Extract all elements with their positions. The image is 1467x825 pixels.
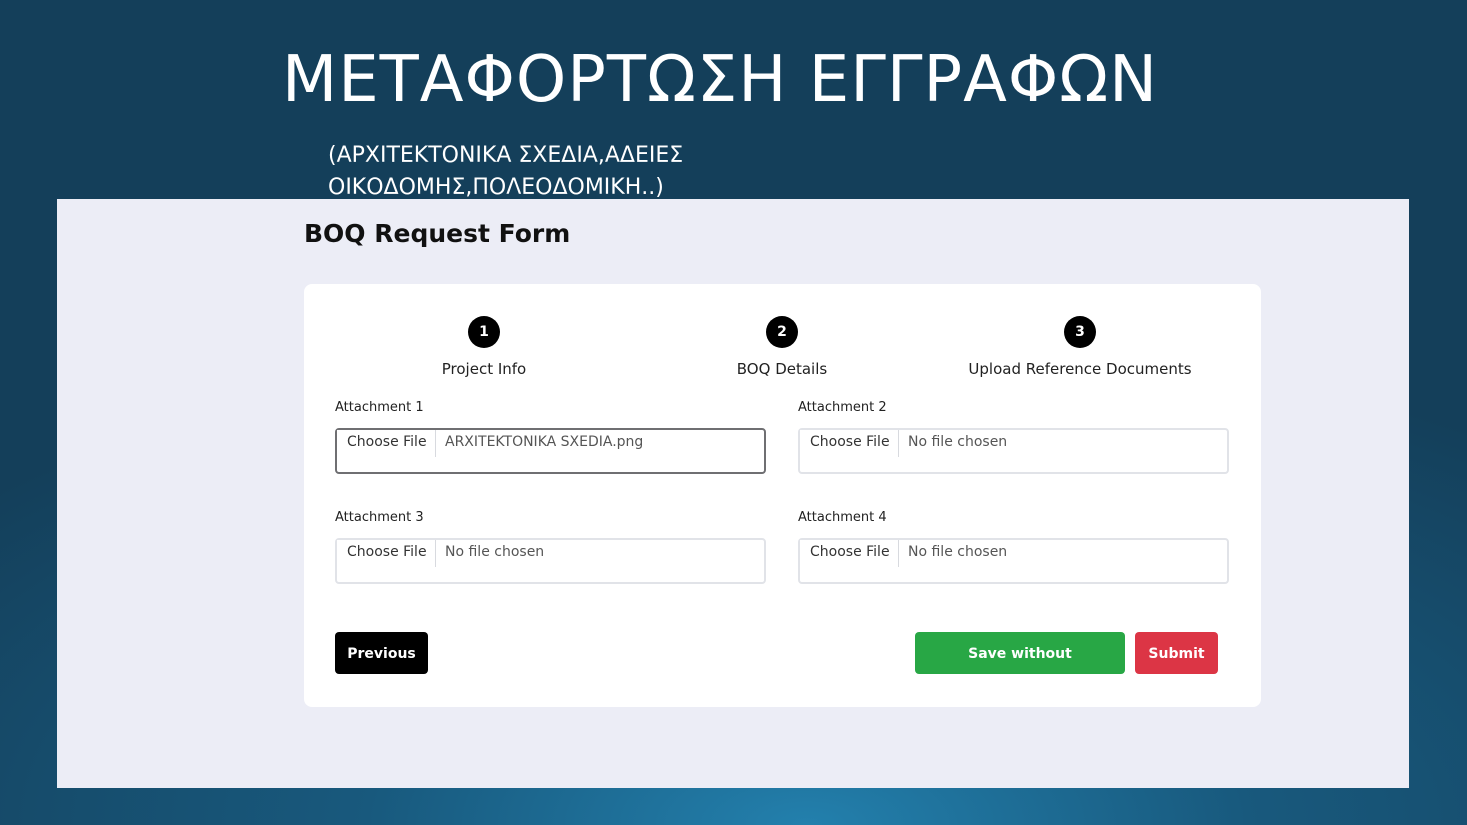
slide-subtitle: (ΑΡΧΙΤΕΚΤΟΝΙΚΑ ΣΧΕΔΙΑ,ΑΔΕΙΕΣ ΟΙΚΟΔΟΜΗΣ,Π… [328, 143, 684, 200]
step-label: Project Info [441, 360, 527, 378]
attachment-1: Attachment 1 Choose File ARXITEKTONIKA S… [335, 400, 766, 474]
attachment-4-file-input[interactable]: Choose File No file chosen [798, 538, 1229, 584]
slide-title: ΜΕΤΑΦΟΡΤΩΣΗ ΕΓΓΡΑΦΩΝ [281, 43, 1159, 117]
step-number: 3 [1064, 316, 1096, 348]
step-project-info[interactable]: 1 Project Info [334, 316, 634, 378]
file-name: ARXITEKTONIKA SXEDIA.png [445, 434, 644, 450]
step-number: 1 [468, 316, 500, 348]
form-screenshot: BOQ Request Form 1 Project Info 2 BOQ De… [57, 199, 1409, 788]
attachment-2: Attachment 2 Choose File No file chosen [798, 400, 1229, 474]
attachment-label: Attachment 1 [335, 400, 424, 415]
form-heading: BOQ Request Form [304, 219, 571, 248]
file-name: No file chosen [445, 544, 545, 560]
step-boq-details[interactable]: 2 BOQ Details [632, 316, 932, 378]
attachment-3-file-input[interactable]: Choose File No file chosen [335, 538, 766, 584]
choose-file-button[interactable]: Choose File [800, 430, 899, 457]
file-name: No file chosen [908, 434, 1008, 450]
attachment-2-file-input[interactable]: Choose File No file chosen [798, 428, 1229, 474]
form-card: 1 Project Info 2 BOQ Details 3 Upload Re… [304, 284, 1261, 707]
previous-button[interactable]: Previous [335, 632, 428, 674]
attachment-3: Attachment 3 Choose File No file chosen [335, 510, 766, 584]
step-upload-reference-documents[interactable]: 3 Upload Reference Documents [930, 316, 1230, 378]
step-label: BOQ Details [736, 360, 828, 378]
step-number: 2 [766, 316, 798, 348]
attachment-4: Attachment 4 Choose File No file chosen [798, 510, 1229, 584]
choose-file-button[interactable]: Choose File [337, 540, 436, 567]
choose-file-button[interactable]: Choose File [800, 540, 899, 567]
file-name: No file chosen [908, 544, 1008, 560]
step-label: Upload Reference Documents [968, 360, 1192, 378]
attachment-label: Attachment 2 [798, 400, 887, 415]
attachment-label: Attachment 4 [798, 510, 887, 525]
attachment-label: Attachment 3 [335, 510, 424, 525]
submit-button[interactable]: Submit [1135, 632, 1218, 674]
attachment-1-file-input[interactable]: Choose File ARXITEKTONIKA SXEDIA.png [335, 428, 766, 474]
choose-file-button[interactable]: Choose File [337, 430, 436, 457]
save-without-submission-button[interactable]: Save without Submission [915, 632, 1125, 704]
